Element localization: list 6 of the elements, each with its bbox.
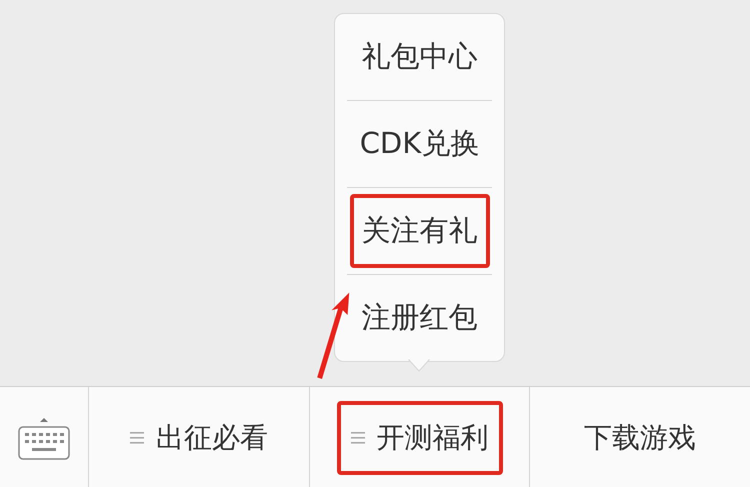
menu-item[interactable]: 关注有礼 [350, 194, 490, 268]
menu-item[interactable]: 礼包中心 [350, 20, 490, 94]
menu-tab[interactable]: 下载游戏 [530, 387, 750, 487]
menu-tab[interactable]: 出征必看 [89, 387, 310, 487]
menu-item[interactable]: 注册红包 [350, 281, 490, 355]
menu-item[interactable]: CDK兑换 [348, 107, 492, 181]
